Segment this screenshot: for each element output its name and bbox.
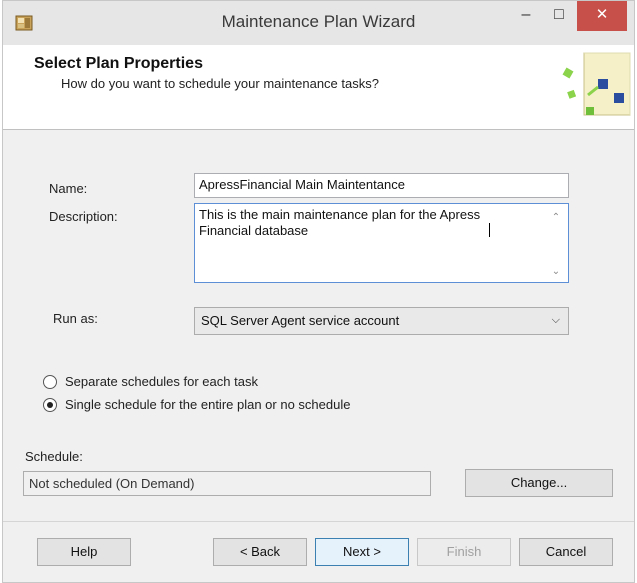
radio-label: Separate schedules for each task (65, 374, 258, 389)
text-caret (489, 223, 490, 237)
name-field[interactable]: ApressFinancial Main Maintentance (194, 173, 569, 198)
change-button[interactable]: Change... (465, 469, 613, 497)
maximize-button[interactable]: □ (543, 1, 575, 31)
help-button[interactable]: Help (37, 538, 131, 566)
description-field[interactable]: This is the main maintenance plan for th… (194, 203, 569, 283)
radio-button[interactable] (43, 375, 57, 389)
schedule-field: Not scheduled (On Demand) (23, 471, 431, 496)
wizard-window: Maintenance Plan Wizard – □ ✕ Select Pla… (2, 0, 635, 583)
finish-button[interactable]: Finish (417, 538, 511, 566)
page-title: Select Plan Properties (34, 55, 203, 72)
next-button[interactable]: Next > (315, 538, 409, 566)
radio-separate-schedules[interactable]: Separate schedules for each task (43, 374, 258, 389)
scroll-down-icon[interactable]: ⌄ (550, 264, 562, 277)
radio-single-schedule[interactable]: Single schedule for the entire plan or n… (43, 397, 350, 412)
run-as-value: SQL Server Agent service account (201, 313, 400, 328)
description-text: This is the main maintenance plan for th… (199, 207, 481, 238)
close-button[interactable]: ✕ (577, 1, 627, 31)
page-subtitle: How do you want to schedule your mainten… (61, 76, 379, 91)
schedule-label: Schedule: (25, 449, 83, 464)
wizard-graphic-icon (562, 52, 631, 116)
run-as-label: Run as: (53, 311, 98, 326)
back-button[interactable]: < Back (213, 538, 307, 566)
radio-button-selected[interactable] (43, 398, 57, 412)
scroll-up-icon[interactable]: ⌃ (550, 210, 562, 223)
name-label: Name: (49, 181, 88, 196)
chevron-down-icon: ⌵ (551, 314, 560, 326)
description-label: Description: (49, 209, 118, 224)
wizard-header: Select Plan Properties How do you want t… (3, 45, 634, 130)
radio-label: Single schedule for the entire plan or n… (65, 397, 351, 412)
minimize-button[interactable]: – (510, 1, 542, 31)
title-bar[interactable]: Maintenance Plan Wizard – □ ✕ (3, 1, 634, 45)
footer-divider (3, 521, 634, 522)
cancel-button[interactable]: Cancel (519, 538, 613, 566)
run-as-dropdown[interactable]: SQL Server Agent service account ⌵ (194, 307, 569, 335)
